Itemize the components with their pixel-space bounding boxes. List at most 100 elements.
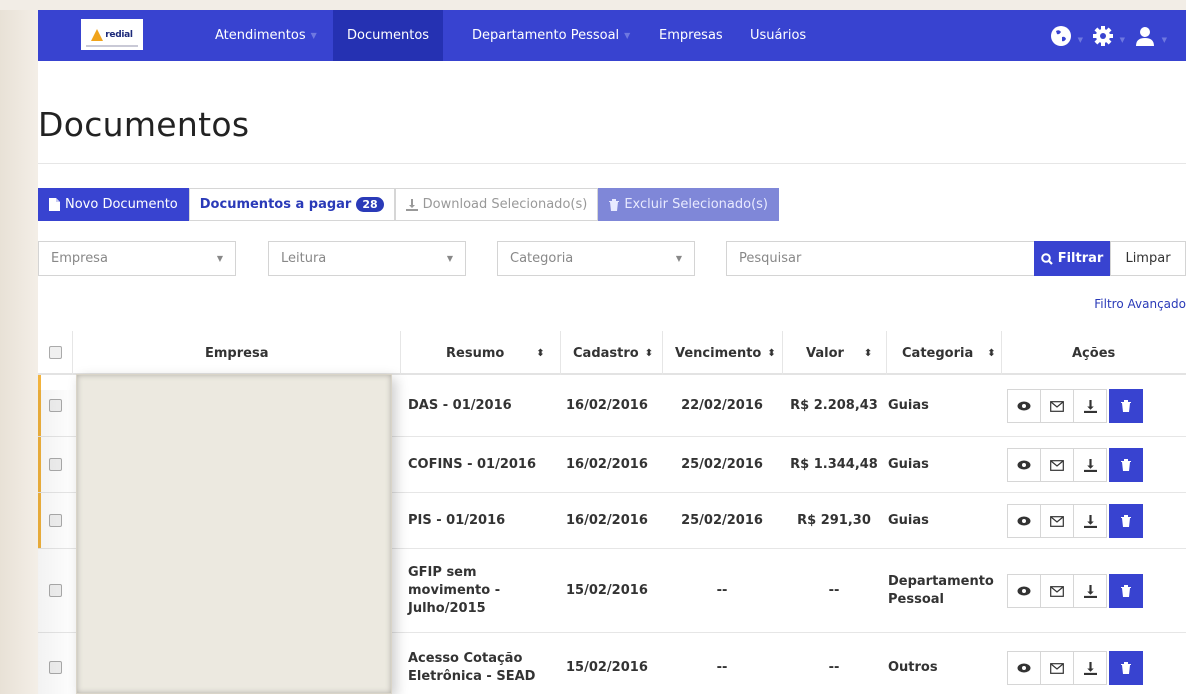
download-icon bbox=[1083, 661, 1097, 675]
download-button[interactable] bbox=[1073, 574, 1107, 608]
cell-vencimento: 22/02/2016 bbox=[681, 398, 763, 413]
cell-vencimento: -- bbox=[716, 660, 728, 675]
caret-down-icon: ▼ bbox=[1161, 35, 1167, 44]
count-badge: 28 bbox=[356, 197, 384, 212]
view-button[interactable] bbox=[1007, 504, 1041, 538]
delete-button[interactable] bbox=[1109, 574, 1143, 608]
logo-mark-icon bbox=[91, 28, 104, 41]
cell-categoria: Guias bbox=[888, 456, 929, 474]
column-header-acoes: Ações bbox=[1072, 331, 1115, 375]
logo-text: redial bbox=[105, 29, 133, 40]
view-button[interactable] bbox=[1007, 389, 1041, 423]
cell-categoria: Departamento Pessoal bbox=[888, 573, 994, 609]
decorative-shadow bbox=[38, 390, 78, 694]
sort-icon: ⬍ bbox=[644, 347, 654, 359]
download-selected-button[interactable]: Download Selecionado(s) bbox=[394, 188, 599, 221]
download-icon bbox=[1083, 458, 1097, 472]
gear-icon[interactable]: ▼ bbox=[1092, 25, 1125, 47]
column-header-valor[interactable]: Valor ⬍ bbox=[806, 331, 872, 375]
new-document-button[interactable]: Novo Documento bbox=[38, 188, 189, 221]
delete-button[interactable] bbox=[1109, 651, 1143, 685]
column-header-cadastro[interactable]: Cadastro ⬍ bbox=[573, 331, 653, 375]
cell-vencimento: 25/02/2016 bbox=[681, 457, 763, 472]
cell-resumo-line: DAS - 01/2016 bbox=[408, 398, 512, 413]
row-actions bbox=[1007, 651, 1143, 685]
nav-item-label: Empresas bbox=[659, 28, 723, 43]
cell-resumo-line: GFIP sem bbox=[408, 565, 477, 580]
redacted-company-panel bbox=[76, 374, 392, 694]
globe-icon[interactable]: ▼ bbox=[1050, 25, 1083, 47]
cell-resumo: PIS - 01/2016 bbox=[408, 512, 505, 530]
view-button[interactable] bbox=[1007, 651, 1041, 685]
cell-categoria: Guias bbox=[888, 397, 929, 415]
nav-item-atendimentos[interactable]: Atendimentos ▼ bbox=[201, 10, 331, 61]
logo[interactable]: redial bbox=[81, 19, 143, 50]
download-selected-label: Download Selecionado(s) bbox=[422, 197, 588, 212]
download-button[interactable] bbox=[1073, 651, 1107, 685]
download-button[interactable] bbox=[1073, 448, 1107, 482]
advanced-filter-link[interactable]: Filtro Avançado bbox=[1094, 297, 1186, 311]
email-button[interactable] bbox=[1040, 448, 1074, 482]
eye-icon bbox=[1017, 663, 1031, 673]
filter-button[interactable]: Filtrar bbox=[1034, 241, 1110, 276]
nav-item-usuarios[interactable]: Usuários bbox=[736, 10, 820, 61]
delete-selected-button[interactable]: Excluir Selecionado(s) bbox=[598, 188, 779, 221]
documents-to-pay-button[interactable]: Documentos a pagar 28 bbox=[188, 188, 395, 221]
cell-categoria-line: Departamento bbox=[888, 574, 994, 589]
cell-valor: -- bbox=[828, 660, 840, 675]
view-button[interactable] bbox=[1007, 448, 1041, 482]
cell-resumo-line: Acesso Cotação bbox=[408, 651, 523, 666]
column-divider bbox=[1001, 331, 1002, 375]
column-header-categoria[interactable]: Categoria ⬍ bbox=[902, 331, 996, 375]
trash-icon bbox=[1121, 662, 1131, 674]
eye-icon bbox=[1017, 516, 1031, 526]
caret-down-icon: ▼ bbox=[624, 31, 631, 40]
nav-item-empresas[interactable]: Empresas bbox=[645, 10, 737, 61]
categoria-select-value: Categoria bbox=[510, 251, 574, 266]
nav-item-documentos[interactable]: Documentos bbox=[333, 10, 444, 61]
column-divider bbox=[886, 331, 887, 375]
download-icon bbox=[1083, 584, 1097, 598]
background-top bbox=[0, 0, 1186, 10]
cell-valor: R$ 291,30 bbox=[797, 513, 871, 528]
select-all-checkbox[interactable] bbox=[49, 346, 62, 359]
cell-vencimento: -- bbox=[716, 583, 728, 598]
empresa-select-value: Empresa bbox=[51, 251, 108, 266]
search-input[interactable]: Pesquisar bbox=[726, 241, 1035, 276]
cell-resumo-line: Eletrônica - SEAD bbox=[408, 669, 536, 684]
email-button[interactable] bbox=[1040, 574, 1074, 608]
empresa-select[interactable]: Empresa ▼ bbox=[38, 241, 236, 276]
envelope-icon bbox=[1050, 585, 1064, 597]
column-header-vencimento[interactable]: Vencimento ⬍ bbox=[675, 331, 776, 375]
nav-item-departamento-pessoal[interactable]: Departamento Pessoal ▼ bbox=[458, 10, 644, 61]
download-button[interactable] bbox=[1073, 389, 1107, 423]
cell-resumo: GFIP sem movimento - Julho/2015 bbox=[408, 564, 500, 618]
cell-valor: R$ 1.344,48 bbox=[790, 457, 878, 472]
sort-icon: ⬍ bbox=[987, 347, 996, 359]
cell-categoria-line: Guias bbox=[888, 398, 929, 413]
envelope-icon bbox=[1050, 515, 1064, 527]
cell-valor: -- bbox=[828, 583, 840, 598]
cell-cadastro: 15/02/2016 bbox=[566, 660, 648, 675]
column-divider bbox=[662, 331, 663, 375]
cell-cadastro: 16/02/2016 bbox=[566, 513, 648, 528]
clear-button[interactable]: Limpar bbox=[1110, 241, 1186, 276]
sort-icon: ⬍ bbox=[863, 347, 873, 359]
delete-button[interactable] bbox=[1109, 504, 1143, 538]
delete-button[interactable] bbox=[1109, 448, 1143, 482]
column-header-resumo[interactable]: Resumo ⬍ bbox=[446, 331, 545, 375]
delete-button[interactable] bbox=[1109, 389, 1143, 423]
table-header: Empresa Resumo ⬍ Cadastro ⬍ Vencimento ⬍ Va… bbox=[38, 331, 1186, 375]
download-button[interactable] bbox=[1073, 504, 1107, 538]
user-icon[interactable]: ▼ bbox=[1134, 25, 1167, 47]
eye-icon bbox=[1017, 401, 1031, 411]
email-button[interactable] bbox=[1040, 651, 1074, 685]
view-button[interactable] bbox=[1007, 574, 1041, 608]
email-button[interactable] bbox=[1040, 504, 1074, 538]
email-button[interactable] bbox=[1040, 389, 1074, 423]
caret-down-icon: ▼ bbox=[675, 254, 682, 263]
background-left bbox=[0, 0, 40, 694]
leitura-select[interactable]: Leitura ▼ bbox=[268, 241, 466, 276]
cell-categoria-line: Guias bbox=[888, 457, 929, 472]
categoria-select[interactable]: Categoria ▼ bbox=[497, 241, 695, 276]
